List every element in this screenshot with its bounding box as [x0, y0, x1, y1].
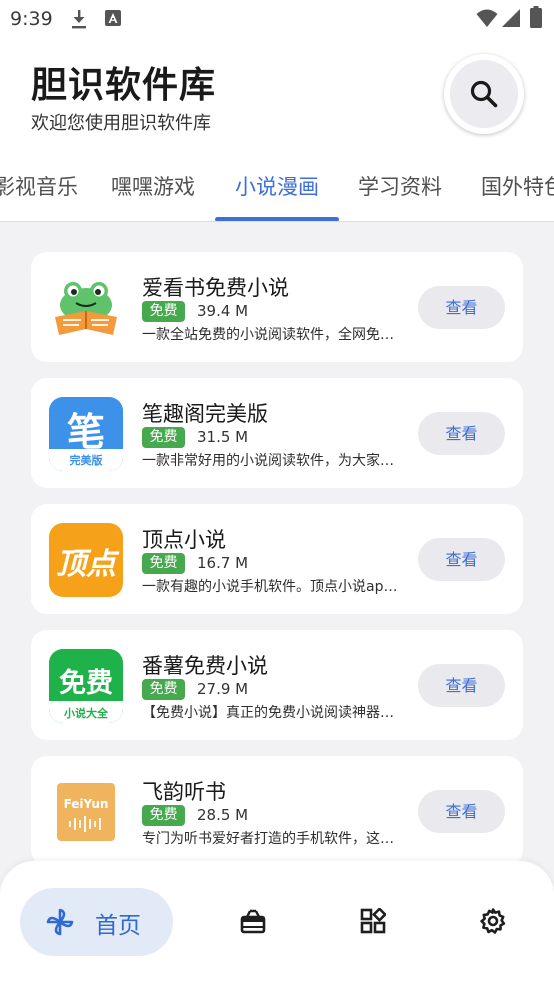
free-badge: 免费: [142, 679, 185, 700]
app-icon-glyph: 顶点: [56, 547, 116, 582]
apps-grid-icon[interactable]: [360, 908, 386, 934]
search-button-inner[interactable]: [450, 60, 518, 128]
app-description: 专门为听书爱好者打造的手机软件，这…: [142, 831, 394, 847]
app-card[interactable]: 免费 小说大全 番薯免费小说 免费 27.9 M 【免费小说】真正的免费小说阅读…: [31, 630, 523, 740]
app-card[interactable]: 顶点 顶点小说 免费 16.7 M 一款有趣的小说手机软件。顶点小说ap… 查看: [31, 504, 523, 614]
app-header: 胆识软件库 欢迎您使用胆识软件库: [0, 38, 554, 150]
app-icon-feiyun: FeiYun: [49, 775, 123, 849]
category-tabs: 影视音乐 嘿嘿游戏 小说漫画 学习资料 国外特色: [0, 150, 554, 222]
view-button[interactable]: 查看: [418, 412, 505, 455]
signal-icon: [502, 9, 520, 27]
app-description: 一款有趣的小说手机软件。顶点小说ap…: [142, 579, 398, 595]
settings-gear-icon[interactable]: [480, 908, 506, 934]
nav-home-button[interactable]: 首页: [20, 888, 173, 956]
pinwheel-icon: [46, 908, 74, 936]
wifi-icon: [476, 9, 498, 27]
app-name: 顶点小说: [142, 528, 226, 552]
app-icon-glyph: 笔: [66, 410, 105, 454]
tab-novels-comics[interactable]: 小说漫画: [235, 171, 319, 201]
app-icon-dingdian: 顶点: [49, 523, 123, 597]
status-time: 9:39: [10, 8, 53, 30]
app-name: 爱看书免费小说: [142, 276, 289, 300]
app-card[interactable]: 爱看书免费小说 免费 39.4 M 一款全站免费的小说阅读软件，全网免… 查看: [31, 252, 523, 362]
app-description: 一款全站免费的小说阅读软件，全网免…: [142, 327, 394, 343]
view-button[interactable]: 查看: [418, 790, 505, 833]
app-name: 笔趣阁完美版: [142, 402, 268, 426]
free-badge: 免费: [142, 301, 185, 322]
app-description: 【免费小说】真正的免费小说阅读神器…: [142, 705, 394, 721]
page-title: 胆识软件库: [31, 65, 217, 106]
frog-book-icon: [49, 271, 123, 345]
app-description: 一款非常好用的小说阅读软件，为大家…: [142, 453, 394, 469]
view-button[interactable]: 查看: [418, 538, 505, 581]
status-bar: 9:39: [0, 0, 554, 38]
app-size: 27.9 M: [197, 680, 249, 698]
app-icon-biquge: 笔 完美版: [49, 397, 123, 471]
page-subtitle: 欢迎您使用胆识软件库: [31, 113, 211, 134]
tab-study[interactable]: 学习资料: [358, 171, 442, 201]
app-name: 飞韵听书: [142, 780, 226, 804]
tab-foreign[interactable]: 国外特色: [481, 171, 554, 201]
app-icon-glyph: FeiYun: [63, 797, 109, 811]
view-button[interactable]: 查看: [418, 664, 505, 707]
app-name: 番薯免费小说: [142, 654, 268, 678]
notification-a-icon: [105, 10, 121, 26]
app-size: 39.4 M: [197, 302, 249, 320]
free-badge: 免费: [142, 427, 185, 448]
app-size: 28.5 M: [197, 806, 249, 824]
download-icon: [72, 10, 86, 29]
nav-home-label: 首页: [95, 913, 141, 939]
view-button[interactable]: 查看: [418, 286, 505, 329]
app-size: 16.7 M: [197, 554, 249, 572]
app-icon-fanshu: 免费 小说大全: [49, 649, 123, 723]
free-badge: 免费: [142, 553, 185, 574]
app-icon-caption: 小说大全: [64, 707, 108, 720]
bottom-navigation: 首页: [0, 861, 554, 984]
gift-box-icon[interactable]: [240, 908, 266, 934]
search-button[interactable]: [444, 54, 524, 134]
app-card[interactable]: FeiYun 飞韵听书 免费 28.5 M 专门为听书爱好者打造的手机软件，这……: [31, 756, 523, 866]
app-icon-frog: [49, 271, 123, 345]
tab-movies-music[interactable]: 影视音乐: [0, 171, 78, 201]
battery-icon: [530, 6, 542, 28]
app-icon-glyph: 免费: [59, 668, 113, 699]
app-card[interactable]: 笔 完美版 笔趣阁完美版 免费 31.5 M 一款非常好用的小说阅读软件，为大家…: [31, 378, 523, 488]
feiyun-logo-icon: [57, 783, 115, 841]
tab-games[interactable]: 嘿嘿游戏: [111, 171, 195, 201]
free-badge: 免费: [142, 805, 185, 826]
app-icon-caption: 完美版: [69, 454, 103, 467]
app-size: 31.5 M: [197, 428, 249, 446]
search-icon: [470, 80, 498, 108]
